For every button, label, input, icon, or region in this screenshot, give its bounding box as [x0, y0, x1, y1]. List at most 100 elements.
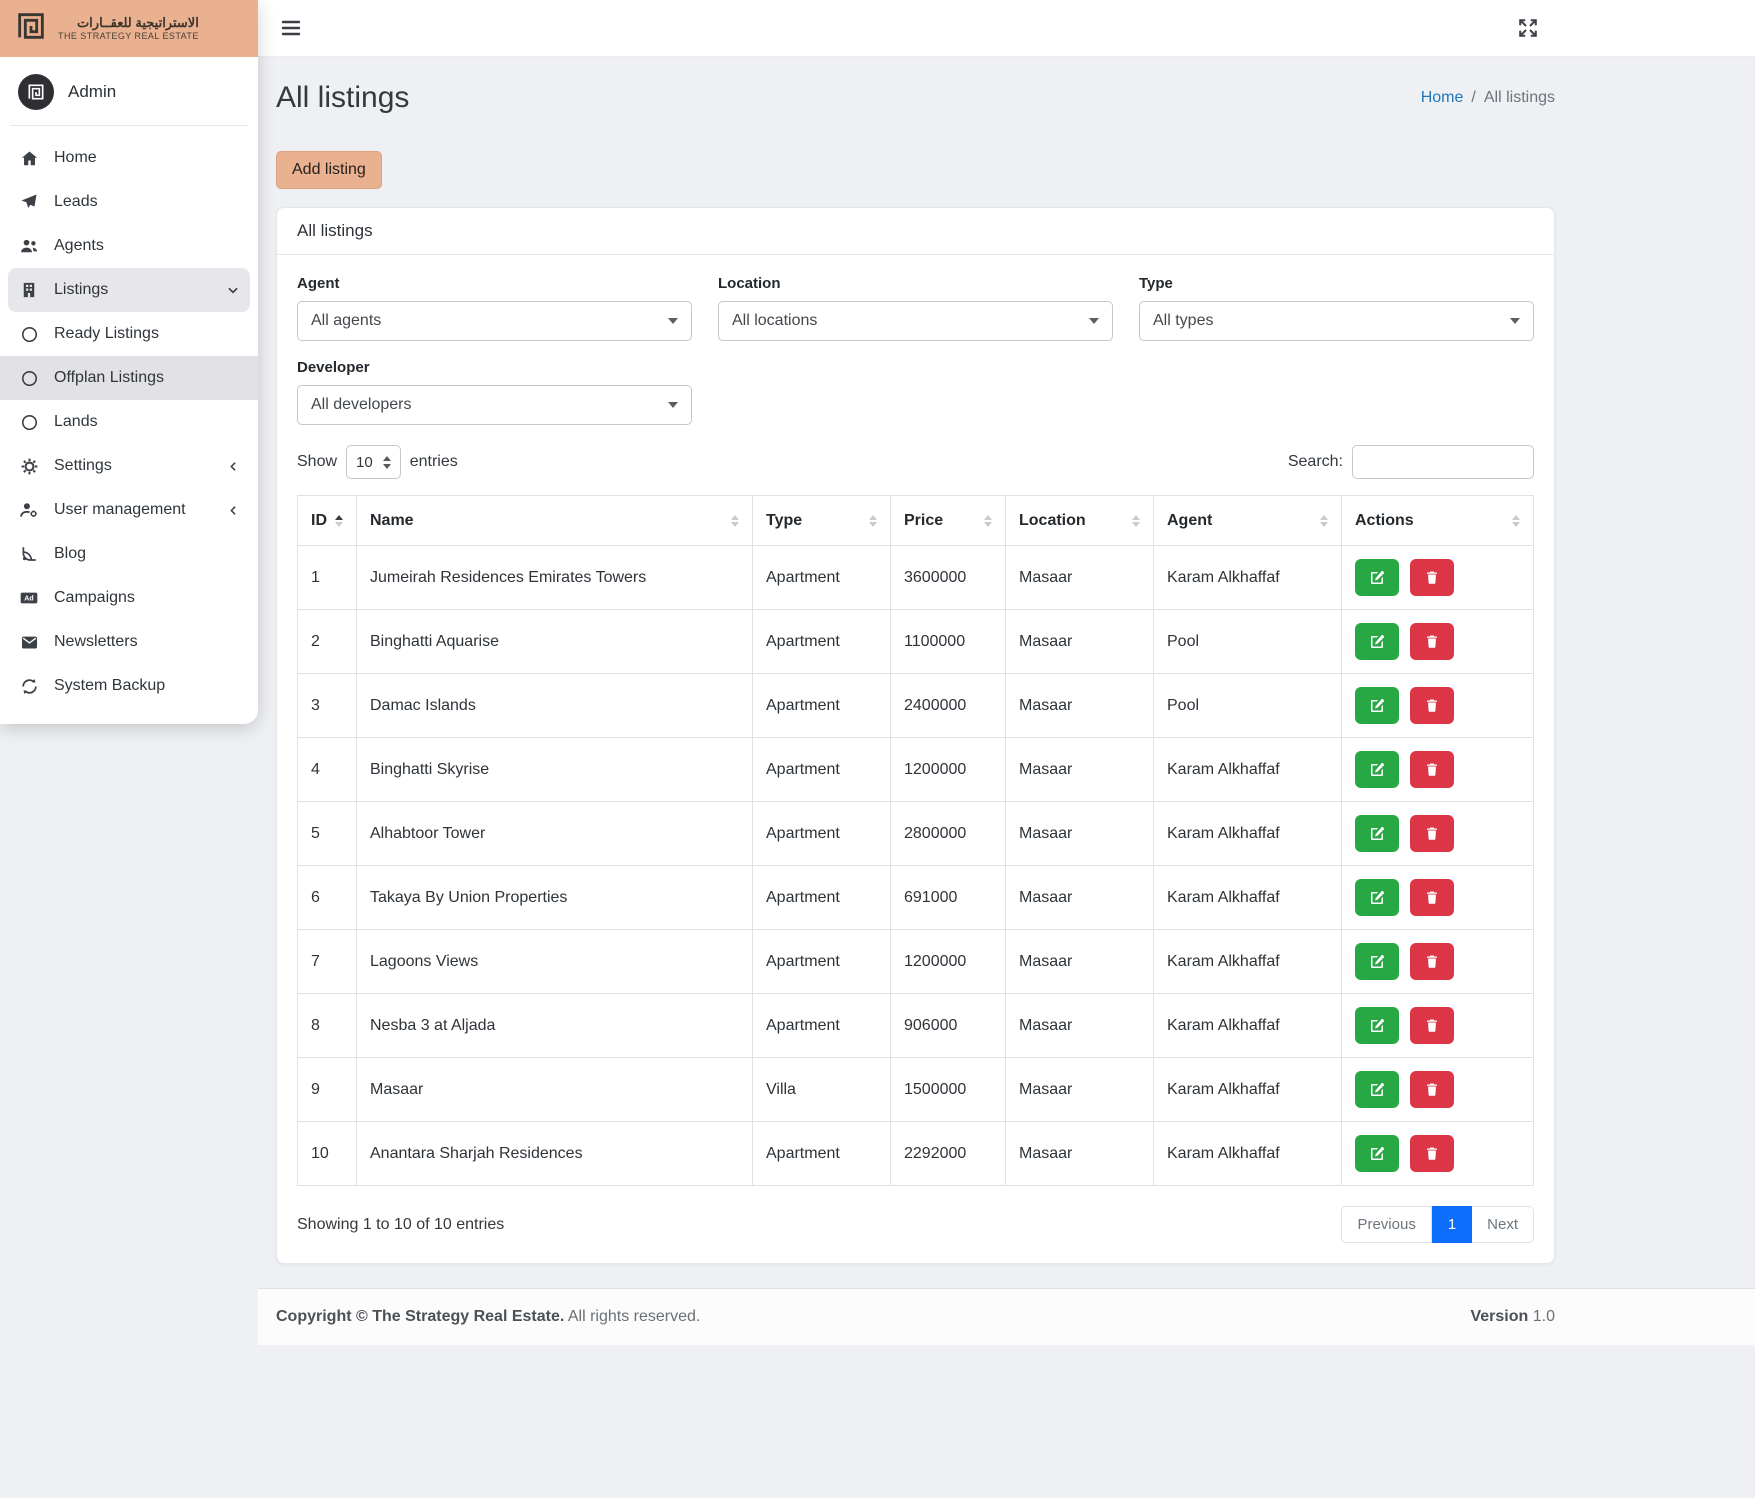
select-value: All types: [1153, 312, 1213, 330]
delete-button[interactable]: [1410, 1071, 1454, 1108]
pencil-square-icon: [1368, 825, 1386, 843]
cell-id: 1: [298, 546, 357, 610]
delete-button[interactable]: [1410, 1135, 1454, 1172]
svg-text:Ad: Ad: [24, 595, 33, 603]
location-select[interactable]: All locations: [718, 301, 1113, 341]
cell-id: 3: [298, 674, 357, 738]
cell-location: Masaar: [1006, 738, 1154, 802]
col-header-type[interactable]: Type: [753, 496, 891, 546]
cell-type: Apartment: [753, 866, 891, 930]
sidebar-item-lands[interactable]: Lands: [0, 400, 258, 444]
edit-button[interactable]: [1355, 815, 1399, 852]
edit-button[interactable]: [1355, 1135, 1399, 1172]
sidebar-item-label: Blog: [54, 543, 86, 565]
agent-select[interactable]: All agents: [297, 301, 692, 341]
listings-card: All listings Agent All agents Location A…: [276, 207, 1555, 1264]
cell-actions: [1342, 610, 1534, 674]
sidebar-user[interactable]: Admin: [0, 57, 258, 125]
sidebar-item-ready-listings[interactable]: Ready Listings: [0, 312, 258, 356]
sidebar-item-listings[interactable]: Listings: [8, 268, 250, 312]
cell-type: Villa: [753, 1058, 891, 1122]
cell-actions: [1342, 930, 1534, 994]
col-label: ID: [311, 512, 327, 530]
topbar: [258, 0, 1755, 57]
trash-icon: [1424, 953, 1440, 970]
col-header-actions[interactable]: Actions: [1342, 496, 1534, 546]
sidebar-item-newsletters[interactable]: Newsletters: [0, 620, 258, 664]
cell-agent: Karam Alkhaffaf: [1154, 930, 1342, 994]
version-text: Version 1.0: [1470, 1308, 1555, 1326]
edit-button[interactable]: [1355, 687, 1399, 724]
table-row: 3 Damac Islands Apartment 2400000 Masaar…: [298, 674, 1534, 738]
cell-name: Takaya By Union Properties: [357, 866, 753, 930]
col-label: Type: [766, 512, 802, 530]
delete-button[interactable]: [1410, 879, 1454, 916]
cell-location: Masaar: [1006, 1058, 1154, 1122]
col-label: Name: [370, 512, 414, 530]
pencil-square-icon: [1368, 569, 1386, 587]
blog-icon: [18, 545, 40, 563]
breadcrumb-home-link[interactable]: Home: [1421, 89, 1464, 107]
edit-button[interactable]: [1355, 943, 1399, 980]
pagination-previous-button[interactable]: Previous: [1341, 1206, 1431, 1243]
delete-button[interactable]: [1410, 943, 1454, 980]
edit-button[interactable]: [1355, 1007, 1399, 1044]
cell-type: Apartment: [753, 610, 891, 674]
cell-id: 2: [298, 610, 357, 674]
sidebar-item-offplan-listings[interactable]: Offplan Listings: [0, 356, 258, 400]
cell-price: 2292000: [891, 1122, 1006, 1186]
sort-icon: [1132, 515, 1140, 527]
table-header-row: ID Name Type Price Location Agent Action…: [298, 496, 1534, 546]
sidebar-item-home[interactable]: Home: [0, 136, 258, 180]
developer-select[interactable]: All developers: [297, 385, 692, 425]
col-header-location[interactable]: Location: [1006, 496, 1154, 546]
delete-button[interactable]: [1410, 1007, 1454, 1044]
delete-button[interactable]: [1410, 815, 1454, 852]
sidebar-item-agents[interactable]: Agents: [0, 224, 258, 268]
edit-button[interactable]: [1355, 623, 1399, 660]
cell-location: Masaar: [1006, 610, 1154, 674]
search-control: Search:: [1288, 445, 1534, 479]
cell-agent: Karam Alkhaffaf: [1154, 738, 1342, 802]
search-input[interactable]: [1352, 445, 1534, 479]
cell-name: Binghatti Skyrise: [357, 738, 753, 802]
type-select[interactable]: All types: [1139, 301, 1534, 341]
sidebar-item-user-management[interactable]: User management: [0, 488, 258, 532]
chevron-down-icon: [1089, 318, 1099, 324]
edit-button[interactable]: [1355, 559, 1399, 596]
cell-agent: Karam Alkhaffaf: [1154, 1122, 1342, 1186]
sidebar-item-leads[interactable]: Leads: [0, 180, 258, 224]
cell-agent: Karam Alkhaffaf: [1154, 1058, 1342, 1122]
pagination: Previous 1 Next: [1341, 1206, 1534, 1243]
delete-button[interactable]: [1410, 751, 1454, 788]
sidebar-item-settings[interactable]: Settings: [0, 444, 258, 488]
sidebar-item-blog[interactable]: Blog: [0, 532, 258, 576]
col-header-id[interactable]: ID: [298, 496, 357, 546]
delete-button[interactable]: [1410, 687, 1454, 724]
pagination-page-1-button[interactable]: 1: [1432, 1206, 1472, 1243]
col-header-name[interactable]: Name: [357, 496, 753, 546]
trash-icon: [1424, 889, 1440, 906]
delete-button[interactable]: [1410, 559, 1454, 596]
hamburger-icon[interactable]: [276, 13, 306, 43]
page-size-select[interactable]: 10: [346, 445, 401, 479]
col-header-price[interactable]: Price: [891, 496, 1006, 546]
chevron-down-icon: [668, 402, 678, 408]
version-value: 1.0: [1533, 1308, 1555, 1325]
edit-button[interactable]: [1355, 751, 1399, 788]
pagination-next-button[interactable]: Next: [1472, 1206, 1534, 1243]
add-listing-button[interactable]: Add listing: [276, 151, 382, 189]
trash-icon: [1424, 1017, 1440, 1034]
expand-arrows-icon[interactable]: [1513, 13, 1543, 43]
sync-icon: [18, 677, 40, 696]
cell-id: 10: [298, 1122, 357, 1186]
sidebar-item-system-backup[interactable]: System Backup: [0, 664, 258, 708]
edit-button[interactable]: [1355, 1071, 1399, 1108]
sidebar-item-campaigns[interactable]: Ad Campaigns: [0, 576, 258, 620]
delete-button[interactable]: [1410, 623, 1454, 660]
edit-button[interactable]: [1355, 879, 1399, 916]
pencil-square-icon: [1368, 633, 1386, 651]
circle-icon: [18, 325, 40, 344]
col-header-agent[interactable]: Agent: [1154, 496, 1342, 546]
cell-type: Apartment: [753, 994, 891, 1058]
